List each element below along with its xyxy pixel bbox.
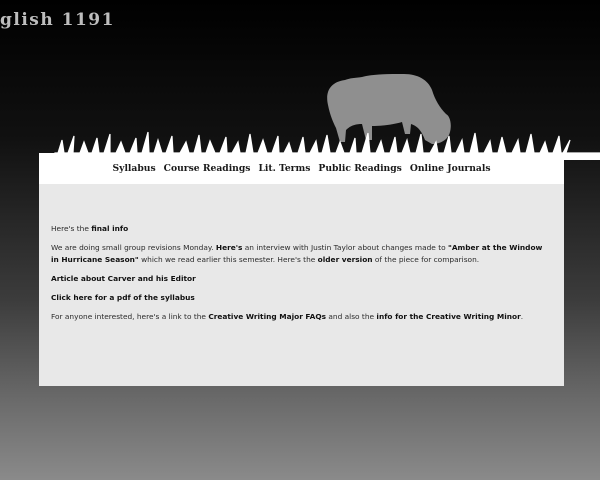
cw-minor-info-link[interactable]: info for the Creative Writing Minor	[376, 312, 520, 321]
nav-course-readings[interactable]: Course Readings	[164, 163, 251, 174]
header-illustration	[54, 74, 600, 160]
syllabus-pdf-paragraph: Click here for a pdf of the syllabus	[51, 292, 552, 304]
nav-public-readings[interactable]: Public Readings	[318, 163, 401, 174]
older-version-link[interactable]: older version	[318, 255, 373, 264]
content-panel: Syllabus Course Readings Lit. Terms Publ…	[39, 153, 564, 386]
nav-online-journals[interactable]: Online Journals	[410, 163, 491, 174]
site-title: glish 1191	[0, 10, 115, 30]
creative-writing-paragraph: For anyone interested, here's a link to …	[51, 311, 552, 323]
text: which we read earlier this semester. Her…	[138, 255, 318, 264]
nav-syllabus[interactable]: Syllabus	[112, 163, 155, 174]
text: We are doing small group revisions Monda…	[51, 243, 216, 252]
cw-major-faq-link[interactable]: Creative Writing Major FAQs	[208, 312, 326, 321]
text: .	[520, 312, 524, 321]
text: Here's the	[51, 224, 92, 233]
final-info-link[interactable]: final info	[91, 224, 128, 233]
final-info-paragraph: Here's the final info	[51, 223, 552, 235]
carver-article-link[interactable]: Article about Carver and his Editor	[51, 274, 196, 283]
text: an interview with Justin Taylor about ch…	[242, 243, 448, 252]
interview-link[interactable]: Here's	[216, 243, 243, 252]
syllabus-pdf-link[interactable]: Click here for a pdf of the syllabus	[51, 293, 195, 302]
nav-lit-terms[interactable]: Lit. Terms	[258, 163, 310, 174]
text: of the piece for comparison.	[372, 255, 480, 264]
text: For anyone interested, here's a link to …	[51, 312, 209, 321]
revisions-paragraph: We are doing small group revisions Monda…	[51, 242, 552, 266]
main-content: Here's the final info We are doing small…	[39, 184, 564, 323]
carver-paragraph: Article about Carver and his Editor	[51, 273, 552, 285]
bison-silhouette	[327, 74, 451, 144]
main-nav: Syllabus Course Readings Lit. Terms Publ…	[39, 153, 564, 184]
text: and also the	[326, 312, 377, 321]
